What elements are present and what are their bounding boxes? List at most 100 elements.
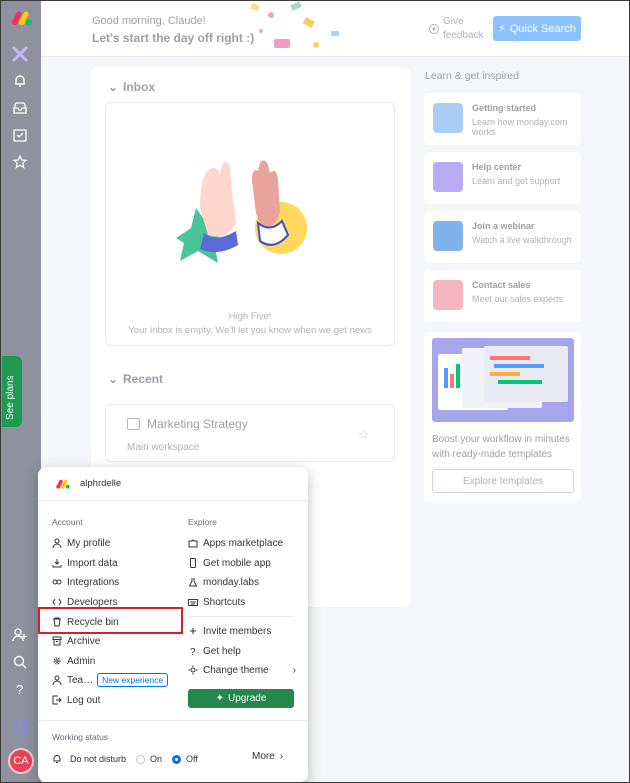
dnd-on-radio[interactable]: [136, 754, 146, 764]
menu-item-label: monday.labs: [203, 576, 259, 588]
menu-item-admin[interactable]: Admin: [52, 652, 95, 670]
see-plans-label: See plans: [5, 375, 16, 420]
inbox-title: Inbox: [123, 80, 155, 94]
menu-item-change-theme[interactable]: Change theme ›: [188, 661, 296, 679]
more-button[interactable]: More ›: [252, 751, 283, 762]
learn-card-subtitle: Watch a live walkthrough: [472, 235, 572, 245]
upgrade-button[interactable]: ✦ Upgrade: [188, 689, 294, 708]
menu-item-label: Developers: [67, 596, 118, 608]
learn-card-getting-started[interactable]: Getting started Learn how monday.com wor…: [424, 93, 581, 145]
help-icon[interactable]: ?: [11, 680, 29, 698]
person-icon: [52, 538, 62, 548]
account-column-title: Account: [52, 517, 83, 527]
flask-icon: [188, 577, 198, 587]
left-rail: See plans ? CA: [1, 1, 41, 782]
quick-search-button[interactable]: ⚡︎ Quick Search: [493, 16, 581, 41]
menu-item-label: Get help: [203, 645, 241, 657]
gear-icon: [52, 656, 62, 666]
high-five-text: Your inbox is empty, We'll let you know …: [128, 325, 372, 336]
menu-item-log-out[interactable]: Log out: [52, 691, 100, 709]
monday-logo[interactable]: [11, 9, 33, 27]
high-five-illustration: [176, 160, 307, 263]
recent-board-workspace: Main workspace: [127, 442, 200, 453]
apps-grid-icon[interactable]: [11, 717, 29, 735]
my-work-icon[interactable]: [11, 126, 29, 144]
theme-icon: [188, 665, 198, 675]
monday-logo: [56, 479, 70, 489]
chevron-down-icon: ⌄: [108, 372, 119, 386]
learn-card-subtitle: Meet our sales experts: [472, 294, 564, 304]
upgrade-label: Upgrade: [228, 693, 267, 704]
menu-item-apps-marketplace[interactable]: Apps marketplace: [188, 534, 283, 552]
learn-card-webinar[interactable]: Join a webinar Watch a live walkthrough: [424, 211, 581, 263]
dnd-on-label: On: [150, 754, 163, 764]
templates-preview-image: [432, 338, 574, 422]
templates-card: Boost your workflow in minutes with read…: [424, 332, 581, 502]
svg-text:?: ?: [16, 682, 23, 697]
recent-section-toggle[interactable]: ⌄ Recent: [108, 372, 163, 386]
divider: [38, 720, 308, 721]
learn-card-subtitle: Learn and get support: [472, 176, 561, 186]
bell-icon[interactable]: [11, 72, 29, 90]
menu-item-label: Shortcuts: [203, 596, 246, 608]
menu-item-get-mobile-app[interactable]: Get mobile app: [188, 554, 271, 572]
new-experience-badge[interactable]: New experience: [97, 673, 169, 687]
menu-item-my-profile[interactable]: My profile: [52, 534, 110, 552]
integrations-icon: [52, 577, 62, 587]
menu-item-label: Change theme: [203, 664, 269, 676]
menu-item-integrations[interactable]: Integrations: [52, 573, 119, 591]
menu-item-monday-labs[interactable]: monday.labs: [188, 573, 259, 591]
import-icon: [52, 558, 62, 568]
chevron-right-icon: ›: [292, 664, 296, 676]
menu-item-label: Tea…: [67, 674, 94, 686]
plus-icon: [188, 626, 198, 636]
contact-sales-icon: [433, 280, 463, 310]
menu-item-label: Apps marketplace: [203, 537, 284, 549]
templates-text: Boost your workflow in minutes with read…: [432, 434, 570, 460]
board-icon: [127, 418, 140, 430]
menu-item-invite-members[interactable]: Invite members: [188, 622, 271, 640]
question-icon: ?: [188, 646, 198, 656]
menu-item-shortcuts[interactable]: Shortcuts: [188, 593, 245, 611]
logout-icon: [52, 695, 62, 705]
menu-item-label: Log out: [67, 694, 101, 706]
mobile-icon: [188, 558, 198, 568]
rocket-icon: [433, 103, 463, 133]
menu-item-import-data[interactable]: Import data: [52, 554, 118, 572]
inbox-empty-state: High Five! Your inbox is empty, We'll le…: [105, 102, 395, 346]
recent-board-item[interactable]: Marketing Strategy Main workspace ☆: [105, 404, 395, 462]
learn-card-title: Getting started: [472, 103, 537, 113]
learn-card-help-center[interactable]: Help center Learn and get support: [424, 152, 581, 204]
favorites-star-icon[interactable]: [11, 153, 29, 171]
account-menu-header: alphrdelle: [38, 467, 308, 501]
search-icon[interactable]: [11, 653, 29, 671]
menu-item-teams[interactable]: Tea… New experience: [52, 671, 169, 689]
explore-templates-button[interactable]: Explore templates: [432, 469, 574, 493]
learn-card-subtitle: Learn how monday.com works: [472, 117, 568, 137]
dnd-off-radio[interactable]: [172, 754, 182, 764]
lightning-icon: ⚡︎: [498, 23, 506, 35]
menu-item-label: Integrations: [67, 576, 120, 588]
recent-title: Recent: [123, 372, 164, 386]
see-plans-button[interactable]: See plans: [2, 356, 22, 427]
avatar[interactable]: CA: [8, 748, 34, 774]
inbox-section-toggle[interactable]: ⌄ Inbox: [108, 80, 155, 94]
recent-board-name: Marketing Strategy: [147, 417, 248, 431]
keyboard-icon: [188, 597, 198, 607]
working-status-row: Do not disturb On Off: [52, 751, 198, 767]
favorite-star-icon[interactable]: ☆: [358, 427, 370, 443]
account-name: alphrdelle: [80, 478, 122, 489]
chevron-right-icon: ›: [279, 751, 284, 762]
invite-user-icon[interactable]: [11, 626, 29, 644]
workspaces-icon[interactable]: [11, 45, 29, 63]
menu-item-get-help[interactable]: ? Get help: [188, 642, 241, 660]
greeting-text: Good morning, Claude!: [92, 15, 206, 27]
chevron-down-icon: ⌄: [108, 80, 119, 94]
sparkle-icon: ✦: [215, 693, 225, 704]
learn-card-contact-sales[interactable]: Contact sales Meet our sales experts: [424, 270, 581, 322]
working-status-title: Working status: [52, 732, 109, 742]
puzzle-icon: [188, 538, 198, 548]
menu-item-label: Admin: [67, 655, 96, 667]
inbox-icon[interactable]: [11, 99, 29, 117]
menu-item-archive[interactable]: Archive: [52, 632, 100, 650]
